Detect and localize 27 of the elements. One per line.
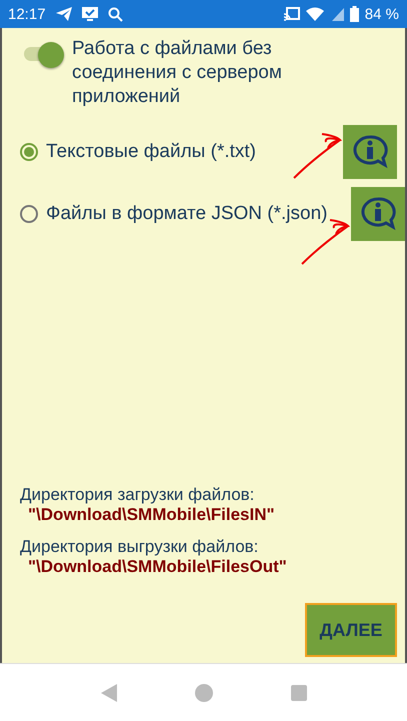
search-icon — [108, 6, 123, 22]
option-label[interactable]: Текстовые файлы (*.txt) — [46, 141, 256, 163]
back-icon[interactable] — [100, 684, 116, 702]
info-button[interactable] — [343, 125, 397, 179]
send-icon — [56, 7, 72, 21]
message-icon — [82, 7, 98, 21]
home-icon[interactable] — [194, 684, 212, 702]
radio-button[interactable] — [20, 205, 38, 223]
wifi-icon — [306, 7, 326, 21]
signal-icon — [332, 8, 344, 20]
cast-icon — [284, 7, 300, 21]
next-button[interactable]: ДАЛЕЕ — [305, 603, 397, 657]
arrow-drawing — [292, 130, 344, 180]
clock: 12:17 — [8, 6, 46, 22]
battery-icon — [350, 6, 359, 22]
radio-button[interactable] — [20, 143, 38, 161]
info-bubble-icon — [359, 196, 397, 232]
directory-label: Директория загрузки файлов: — [20, 485, 256, 505]
switch-label: Работа с файлами без соединения с сервером приложений — [72, 37, 283, 109]
recents-icon[interactable] — [290, 685, 306, 701]
info-button[interactable] — [351, 187, 405, 241]
battery-level: 84 % — [364, 6, 399, 22]
info-bubble-icon — [351, 134, 389, 170]
directory-path: "\Download\SMMobile\FilesIN" — [28, 505, 276, 525]
directory-path: "\Download\SMMobile\FilesOut" — [28, 557, 288, 577]
option-label[interactable]: Файлы в формате JSON (*.json) — [46, 203, 328, 225]
directory-label: Директория выгрузки файлов: — [20, 537, 260, 557]
